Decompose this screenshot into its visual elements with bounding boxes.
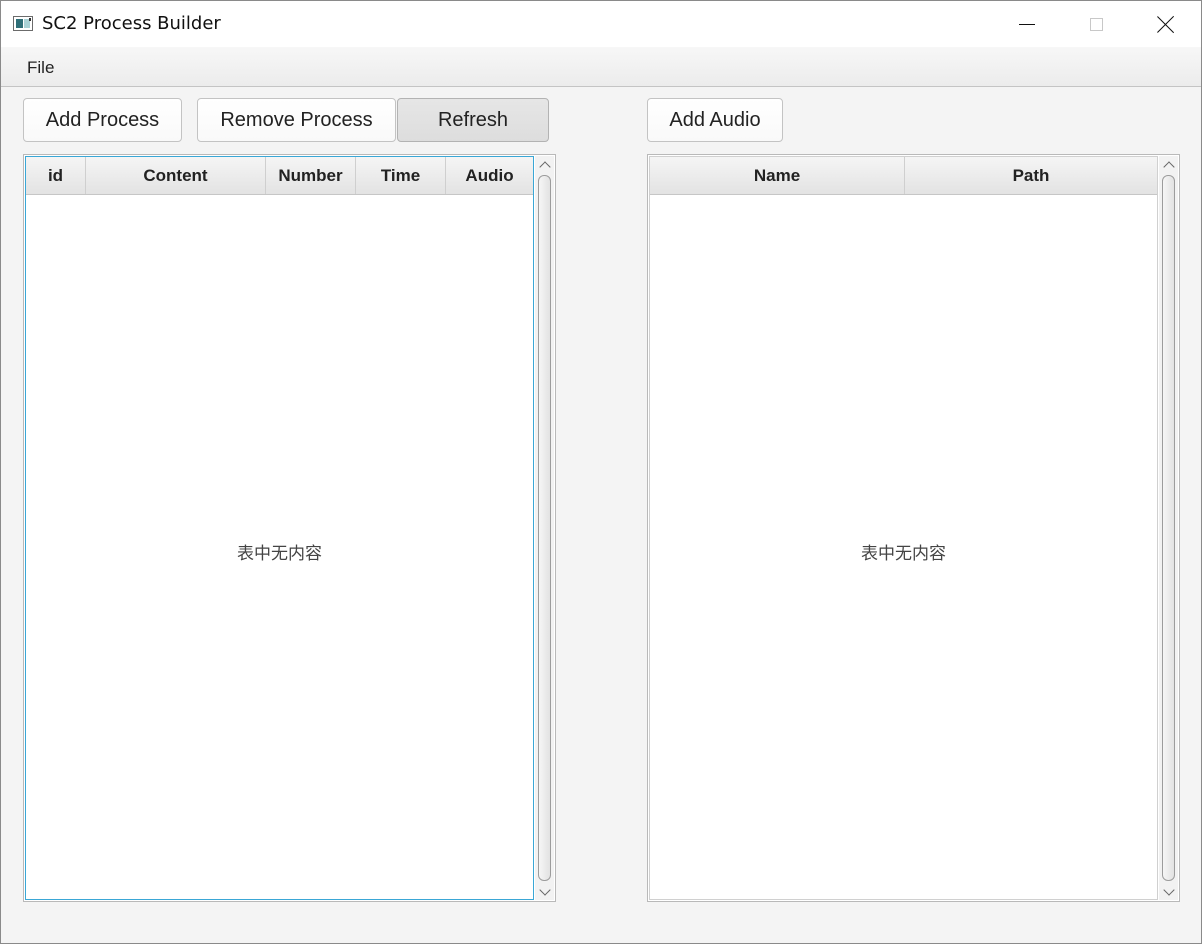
scroll-up-button[interactable]	[1159, 156, 1178, 173]
add-audio-button[interactable]: Add Audio	[647, 98, 783, 142]
audio-table-body[interactable]: Name Path 表中无内容	[649, 156, 1158, 900]
chevron-up-icon	[538, 160, 551, 173]
scrollbar-thumb[interactable]	[1162, 175, 1175, 881]
maximize-icon	[1089, 17, 1103, 31]
audio-table-header: Name Path	[650, 157, 1157, 195]
maximize-button[interactable]	[1062, 1, 1130, 47]
scroll-down-button[interactable]	[1159, 883, 1178, 900]
close-button[interactable]	[1132, 1, 1200, 47]
process-table-scrollbar[interactable]	[535, 156, 554, 900]
scroll-up-button[interactable]	[535, 156, 554, 173]
refresh-button[interactable]: Refresh	[397, 98, 549, 142]
add-process-button[interactable]: Add Process	[23, 98, 182, 142]
scroll-down-button[interactable]	[535, 883, 554, 900]
column-header-name[interactable]: Name	[650, 157, 905, 194]
title-bar[interactable]: SC2 Process Builder	[1, 1, 1201, 47]
column-header-path[interactable]: Path	[905, 157, 1157, 194]
minimize-icon	[1019, 23, 1035, 25]
menu-file[interactable]: File	[17, 47, 64, 86]
close-icon	[1157, 15, 1175, 33]
column-header-time[interactable]: Time	[356, 157, 446, 194]
column-header-audio[interactable]: Audio	[446, 157, 533, 194]
chevron-up-icon	[1162, 160, 1175, 173]
menu-bar: File	[1, 47, 1201, 87]
app-window: SC2 Process Builder File Add Process Rem…	[0, 0, 1202, 944]
empty-table-message: 表中无内容	[237, 544, 322, 564]
process-table[interactable]: id Content Number Time Audio 表中无内容	[23, 154, 556, 902]
window-title: SC2 Process Builder	[42, 13, 221, 34]
column-header-content[interactable]: Content	[86, 157, 266, 194]
process-table-body[interactable]: id Content Number Time Audio 表中无内容	[25, 156, 534, 900]
app-window-icon	[13, 16, 33, 31]
chevron-down-icon	[1162, 883, 1175, 896]
remove-process-button[interactable]: Remove Process	[197, 98, 396, 142]
minimize-button[interactable]	[993, 1, 1061, 47]
empty-table-message: 表中无内容	[861, 544, 946, 564]
chevron-down-icon	[538, 883, 551, 896]
column-header-number[interactable]: Number	[266, 157, 356, 194]
scrollbar-thumb[interactable]	[538, 175, 551, 881]
audio-table[interactable]: Name Path 表中无内容	[647, 154, 1180, 902]
audio-table-scrollbar[interactable]	[1159, 156, 1178, 900]
column-header-id[interactable]: id	[26, 157, 86, 194]
process-table-header: id Content Number Time Audio	[26, 157, 533, 195]
